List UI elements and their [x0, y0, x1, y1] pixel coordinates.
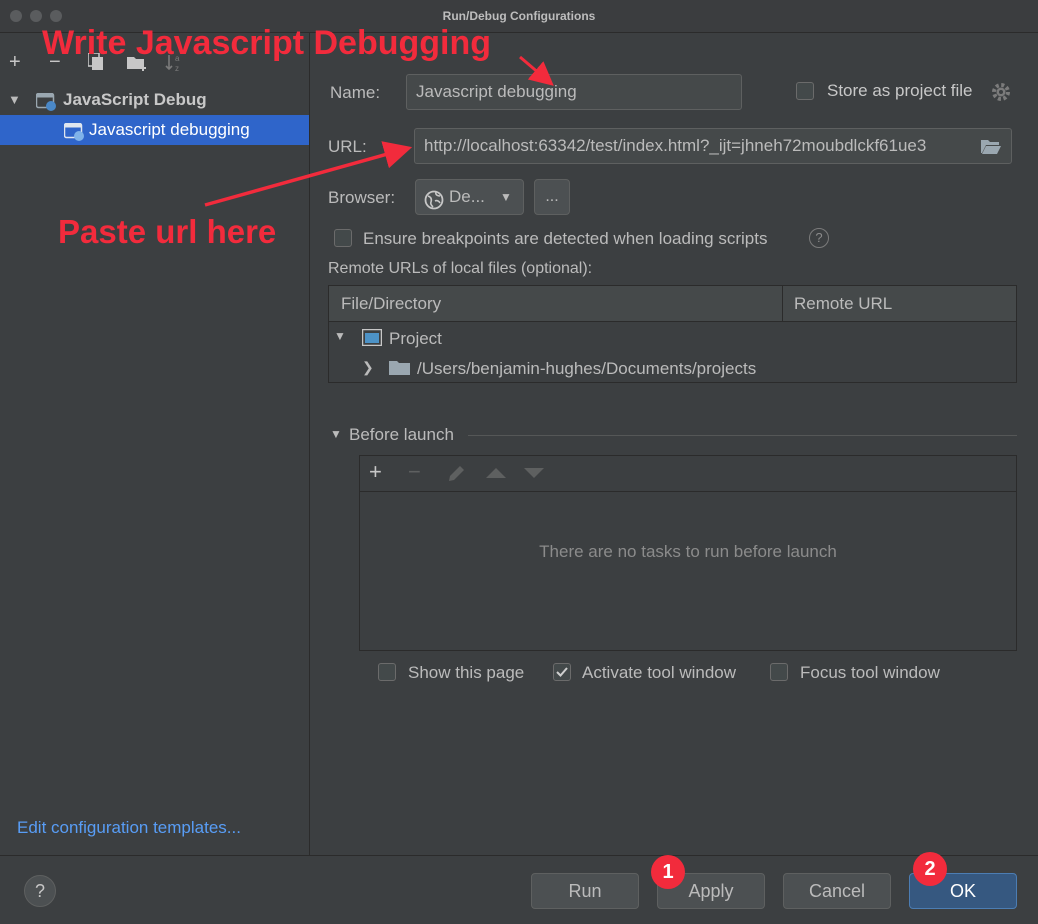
annotation-arrows [204, 55, 554, 207]
arrow-to-url-field [204, 141, 413, 207]
step-badge-2: 2 [913, 852, 947, 886]
step-badge-1: 1 [651, 855, 685, 889]
arrow-to-name-field [519, 55, 554, 86]
